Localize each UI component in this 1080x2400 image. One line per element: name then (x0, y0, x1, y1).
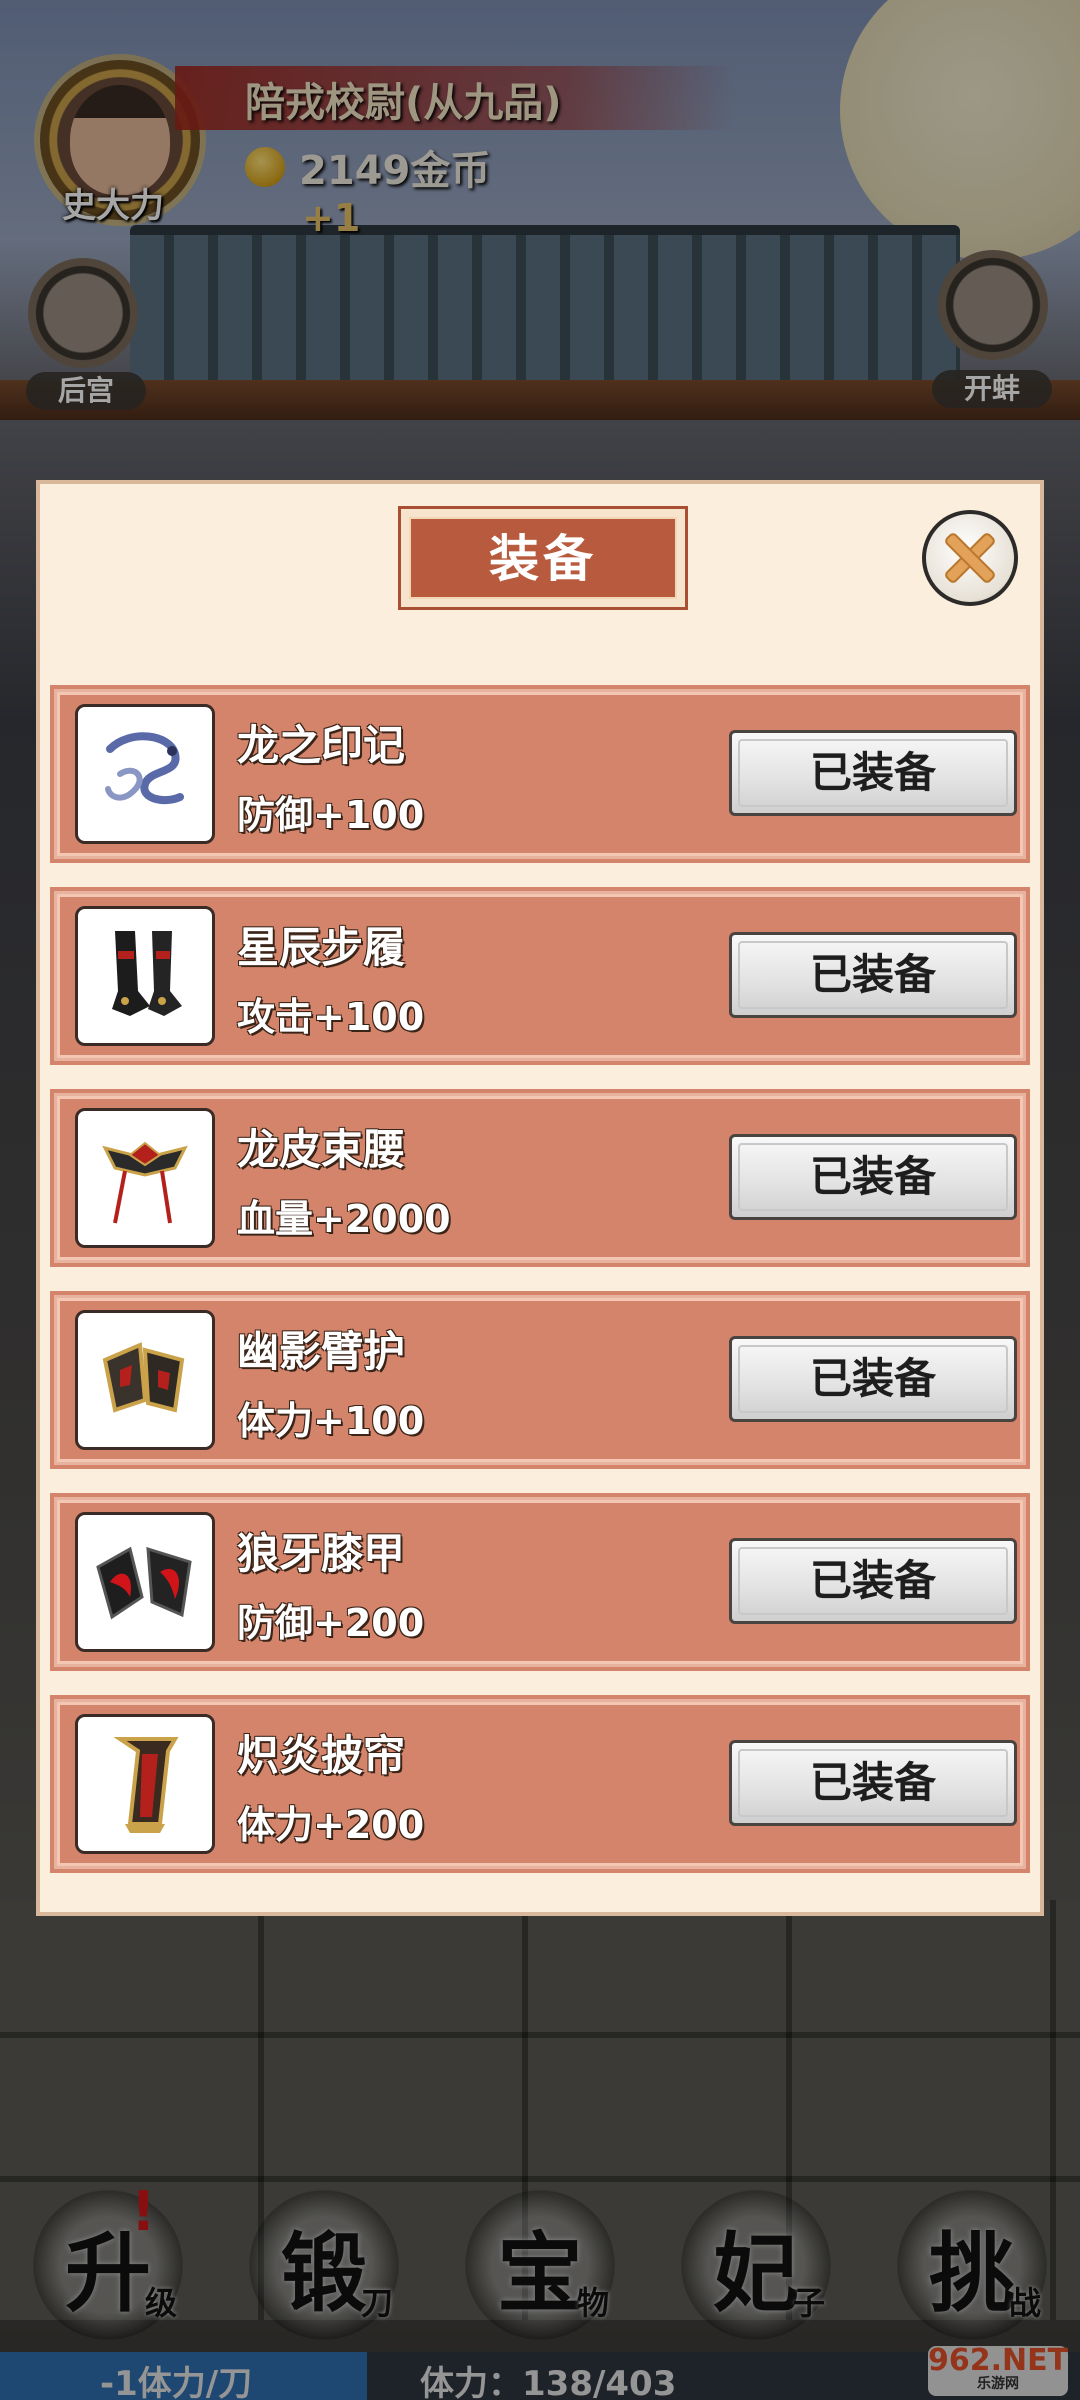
equipment-item: 幽影臂护 体力+100 已装备 (54, 1295, 1026, 1465)
equipment-item: 龙之印记 防御+100 已装备 (54, 689, 1026, 859)
equipment-panel: 装备 龙之印记 防御+100 已装备 星辰步履 攻击+100 已装备 龙皮束腰 … (36, 480, 1044, 1916)
close-button[interactable] (922, 510, 1018, 606)
equipment-item: 龙皮束腰 血量+2000 已装备 (54, 1093, 1026, 1263)
equipped-button[interactable]: 已装备 (729, 1134, 1017, 1220)
item-name: 星辰步履 (237, 923, 406, 972)
item-name: 幽影臂护 (237, 1327, 406, 1376)
item-name: 狼牙膝甲 (237, 1529, 406, 1578)
bracer-icon (75, 1310, 215, 1450)
equipped-button[interactable]: 已装备 (729, 730, 1017, 816)
dragon-mark-icon (75, 704, 215, 844)
equipped-button[interactable]: 已装备 (729, 1538, 1017, 1624)
item-name: 炽炎披帘 (237, 1731, 406, 1780)
item-stat: 攻击+100 (237, 995, 425, 1039)
equipment-item: 星辰步履 攻击+100 已装备 (54, 891, 1026, 1061)
boots-icon (75, 906, 215, 1046)
equipment-list: 龙之印记 防御+100 已装备 星辰步履 攻击+100 已装备 龙皮束腰 血量+… (54, 689, 1026, 1901)
equipment-item: 炽炎披帘 体力+200 已装备 (54, 1699, 1026, 1869)
belt-icon (75, 1108, 215, 1248)
equipped-button[interactable]: 已装备 (729, 932, 1017, 1018)
item-name: 龙皮束腰 (237, 1125, 406, 1174)
panel-title-frame: 装备 (398, 506, 688, 610)
equipment-item: 狼牙膝甲 防御+200 已装备 (54, 1497, 1026, 1667)
cape-icon (75, 1714, 215, 1854)
item-name: 龙之印记 (237, 721, 406, 770)
equipped-button[interactable]: 已装备 (729, 1336, 1017, 1422)
item-stat: 体力+100 (237, 1399, 425, 1443)
close-icon (943, 531, 997, 585)
item-stat: 体力+200 (237, 1803, 425, 1847)
item-stat: 血量+2000 (237, 1197, 451, 1241)
kneeguard-icon (75, 1512, 215, 1652)
equipped-button[interactable]: 已装备 (729, 1740, 1017, 1826)
item-stat: 防御+100 (237, 793, 425, 837)
panel-title: 装备 (409, 517, 677, 599)
item-stat: 防御+200 (237, 1601, 425, 1645)
